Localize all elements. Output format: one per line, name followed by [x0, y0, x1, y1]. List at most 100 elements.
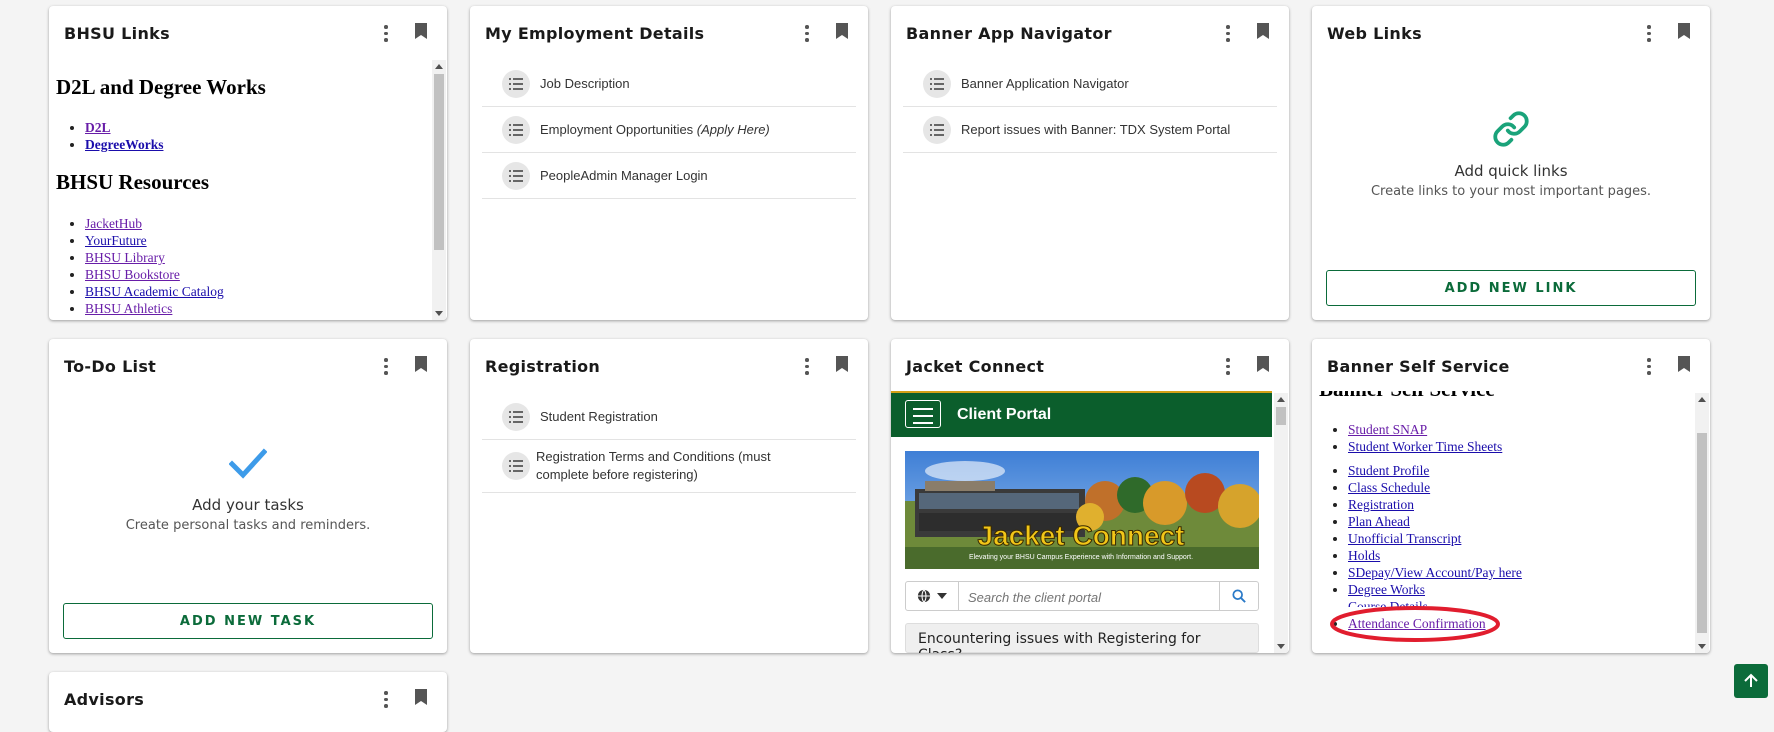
kebab-menu-icon[interactable]	[1641, 355, 1657, 377]
card-todo: To-Do List Add your tasks Create persona…	[49, 339, 447, 653]
card-web-links: Web Links Add quick links Create links t…	[1312, 6, 1710, 320]
list-item[interactable]: Report issues with Banner: TDX System Po…	[903, 107, 1277, 153]
highlight-ellipse	[1330, 606, 1500, 642]
list-item: Unofficial Transcript	[1348, 530, 1522, 547]
card-bhsu-links: BHSU Links D2L and Degree Works D2L Degr…	[49, 6, 447, 320]
list-item: Student Profile	[1348, 462, 1522, 479]
bookmark-icon[interactable]	[1678, 356, 1690, 372]
bookmark-icon[interactable]	[415, 23, 427, 39]
add-new-link-button[interactable]: ADD NEW LINK	[1326, 270, 1696, 306]
bookmark-icon[interactable]	[836, 23, 848, 39]
campus-banner-image: Jacket Connect Elevating your BHSU Campu…	[905, 451, 1259, 569]
link-list: Student SNAP Student Worker Time Sheets	[1312, 421, 1502, 455]
portal-title: Client Portal	[957, 406, 1052, 423]
list-item: Student SNAP	[1348, 421, 1502, 438]
scrollbar-thumb[interactable]	[434, 74, 444, 250]
card-title: Jacket Connect	[906, 357, 1045, 376]
link-yourfuture[interactable]: YourFuture	[85, 233, 147, 248]
link-degree-works[interactable]: Degree Works	[1348, 582, 1425, 597]
list-item: DegreeWorks	[85, 136, 163, 153]
add-new-task-button[interactable]: ADD NEW TASK	[63, 603, 433, 639]
bookmark-icon[interactable]	[415, 356, 427, 372]
scrollbar-thumb[interactable]	[1697, 433, 1707, 633]
link-student-worker-timesheets[interactable]: Student Worker Time Sheets	[1348, 439, 1502, 454]
link-holds[interactable]: Holds	[1348, 548, 1380, 563]
list-icon	[502, 69, 530, 98]
kebab-menu-icon[interactable]	[378, 688, 394, 710]
arrow-up-icon[interactable]	[435, 64, 443, 69]
list-item: D2L	[85, 119, 163, 136]
list-icon	[923, 69, 951, 98]
scrollbar[interactable]	[432, 60, 446, 320]
link-degreeworks[interactable]: DegreeWorks	[85, 137, 163, 152]
arrow-down-icon[interactable]	[1277, 644, 1285, 649]
section-heading: Banner Self Service	[1319, 391, 1495, 402]
bookmark-icon[interactable]	[415, 689, 427, 705]
card-title: To-Do List	[64, 357, 157, 376]
portal-header: Client Portal	[891, 391, 1272, 437]
link-athletics[interactable]: BHSU Athletics	[85, 301, 172, 316]
card-jacket-connect: Jacket Connect Client Portal Jacket Conn…	[891, 339, 1289, 653]
link-class-schedule[interactable]: Class Schedule	[1348, 480, 1430, 495]
arrow-down-icon[interactable]	[435, 311, 443, 316]
arrow-down-icon[interactable]	[1698, 644, 1706, 649]
campus-photo: Jacket Connect Elevating your BHSU Campu…	[905, 451, 1259, 569]
list-item: SDepay/View Account/Pay here	[1348, 564, 1522, 581]
search-icon	[1232, 589, 1246, 603]
list-item[interactable]: Job Description	[482, 61, 856, 107]
link-library[interactable]: BHSU Library	[85, 250, 165, 265]
card-title: Banner App Navigator	[906, 24, 1112, 43]
kebab-menu-icon[interactable]	[378, 22, 394, 44]
scrollbar-thumb[interactable]	[1276, 407, 1286, 425]
link-student-profile[interactable]: Student Profile	[1348, 463, 1429, 478]
link-student-snap[interactable]: Student SNAP	[1348, 422, 1427, 437]
kebab-menu-icon[interactable]	[1641, 22, 1657, 44]
list-icon	[502, 452, 530, 480]
banner-tagline: Elevating your BHSU Campus Experience wi…	[969, 554, 1193, 561]
kebab-menu-icon[interactable]	[378, 355, 394, 377]
list-item: Registration	[1348, 496, 1522, 513]
link-catalog[interactable]: BHSU Academic Catalog	[85, 284, 224, 299]
portal-announcement[interactable]: Encountering issues with Registering for…	[905, 623, 1259, 653]
hamburger-menu-icon[interactable]	[905, 400, 941, 428]
list-item: BHSU Library	[85, 249, 224, 266]
bookmark-icon[interactable]	[1257, 356, 1269, 372]
bookmark-icon[interactable]	[836, 356, 848, 372]
arrow-up-icon[interactable]	[1698, 397, 1706, 402]
list-item[interactable]: PeopleAdmin Manager Login	[482, 153, 856, 199]
link-d2l[interactable]: D2L	[85, 120, 111, 135]
card-title: Registration	[485, 357, 601, 376]
kebab-menu-icon[interactable]	[799, 355, 815, 377]
kebab-menu-icon[interactable]	[1220, 355, 1236, 377]
list-item[interactable]: Employment Opportunities (Apply Here)	[482, 107, 856, 153]
list-item: BHSU Bookstore	[85, 266, 224, 283]
section-heading: D2L and Degree Works	[56, 75, 266, 99]
bookmark-icon[interactable]	[1678, 23, 1690, 39]
link-registration[interactable]: Registration	[1348, 497, 1414, 512]
card-title: Banner Self Service	[1327, 357, 1510, 376]
empty-state-subtitle: Create personal tasks and reminders.	[125, 518, 371, 533]
link-bookstore[interactable]: BHSU Bookstore	[85, 267, 180, 282]
scrollbar[interactable]	[1695, 393, 1709, 653]
list-item: Degree Works	[1348, 581, 1522, 598]
bookmark-icon[interactable]	[1257, 23, 1269, 39]
list-icon	[502, 161, 530, 190]
link-jackethub[interactable]: JacketHub	[85, 216, 142, 231]
portal-search-input[interactable]	[966, 584, 1190, 610]
arrow-up-icon[interactable]	[1277, 397, 1285, 402]
list-item-label: Banner Application Navigator	[961, 75, 1129, 91]
empty-state-subtitle: Create links to your most important page…	[1370, 184, 1652, 199]
link-unofficial-transcript[interactable]: Unofficial Transcript	[1348, 531, 1461, 546]
empty-state-title: Add your tasks	[192, 496, 304, 514]
link-plan-ahead[interactable]: Plan Ahead	[1348, 514, 1410, 529]
list-item[interactable]: Registration Terms and Conditions (must …	[482, 440, 856, 493]
list-item[interactable]: Student Registration	[482, 394, 856, 440]
globe-language-select[interactable]	[906, 582, 959, 610]
back-to-top-button[interactable]	[1734, 664, 1768, 698]
link-sdepay[interactable]: SDepay/View Account/Pay here	[1348, 565, 1522, 580]
search-button[interactable]	[1219, 582, 1258, 610]
scrollbar[interactable]	[1274, 393, 1288, 653]
kebab-menu-icon[interactable]	[799, 22, 815, 44]
list-item[interactable]: Banner Application Navigator	[903, 61, 1277, 107]
kebab-menu-icon[interactable]	[1220, 22, 1236, 44]
